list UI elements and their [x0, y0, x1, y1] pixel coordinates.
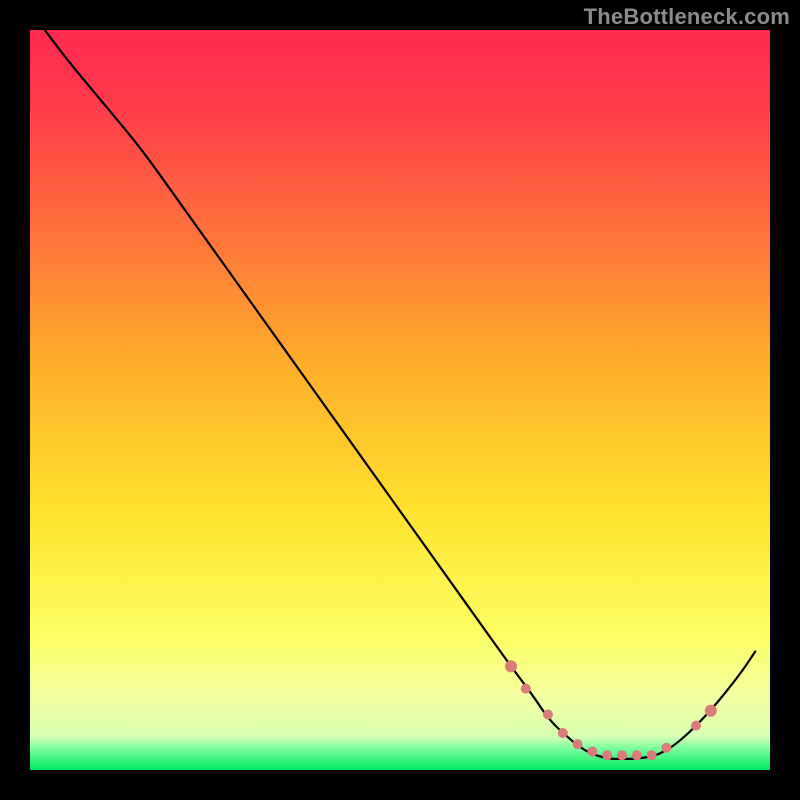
chart-stage: TheBottleneck.com — [0, 0, 800, 800]
chart-svg — [0, 0, 800, 800]
highlight-dot — [602, 750, 612, 760]
highlight-dot — [661, 743, 671, 753]
highlight-dot — [587, 747, 597, 757]
highlight-dot — [705, 705, 717, 717]
highlight-dot — [691, 721, 701, 731]
highlight-dot — [558, 728, 568, 738]
highlight-dot — [543, 710, 553, 720]
highlight-dot — [521, 684, 531, 694]
highlight-dot — [505, 660, 517, 672]
highlight-dot — [647, 750, 657, 760]
watermark-text: TheBottleneck.com — [584, 4, 790, 30]
highlight-dot — [573, 739, 583, 749]
highlight-dot — [632, 750, 642, 760]
highlight-dot — [617, 750, 627, 760]
plot-background — [30, 30, 770, 770]
